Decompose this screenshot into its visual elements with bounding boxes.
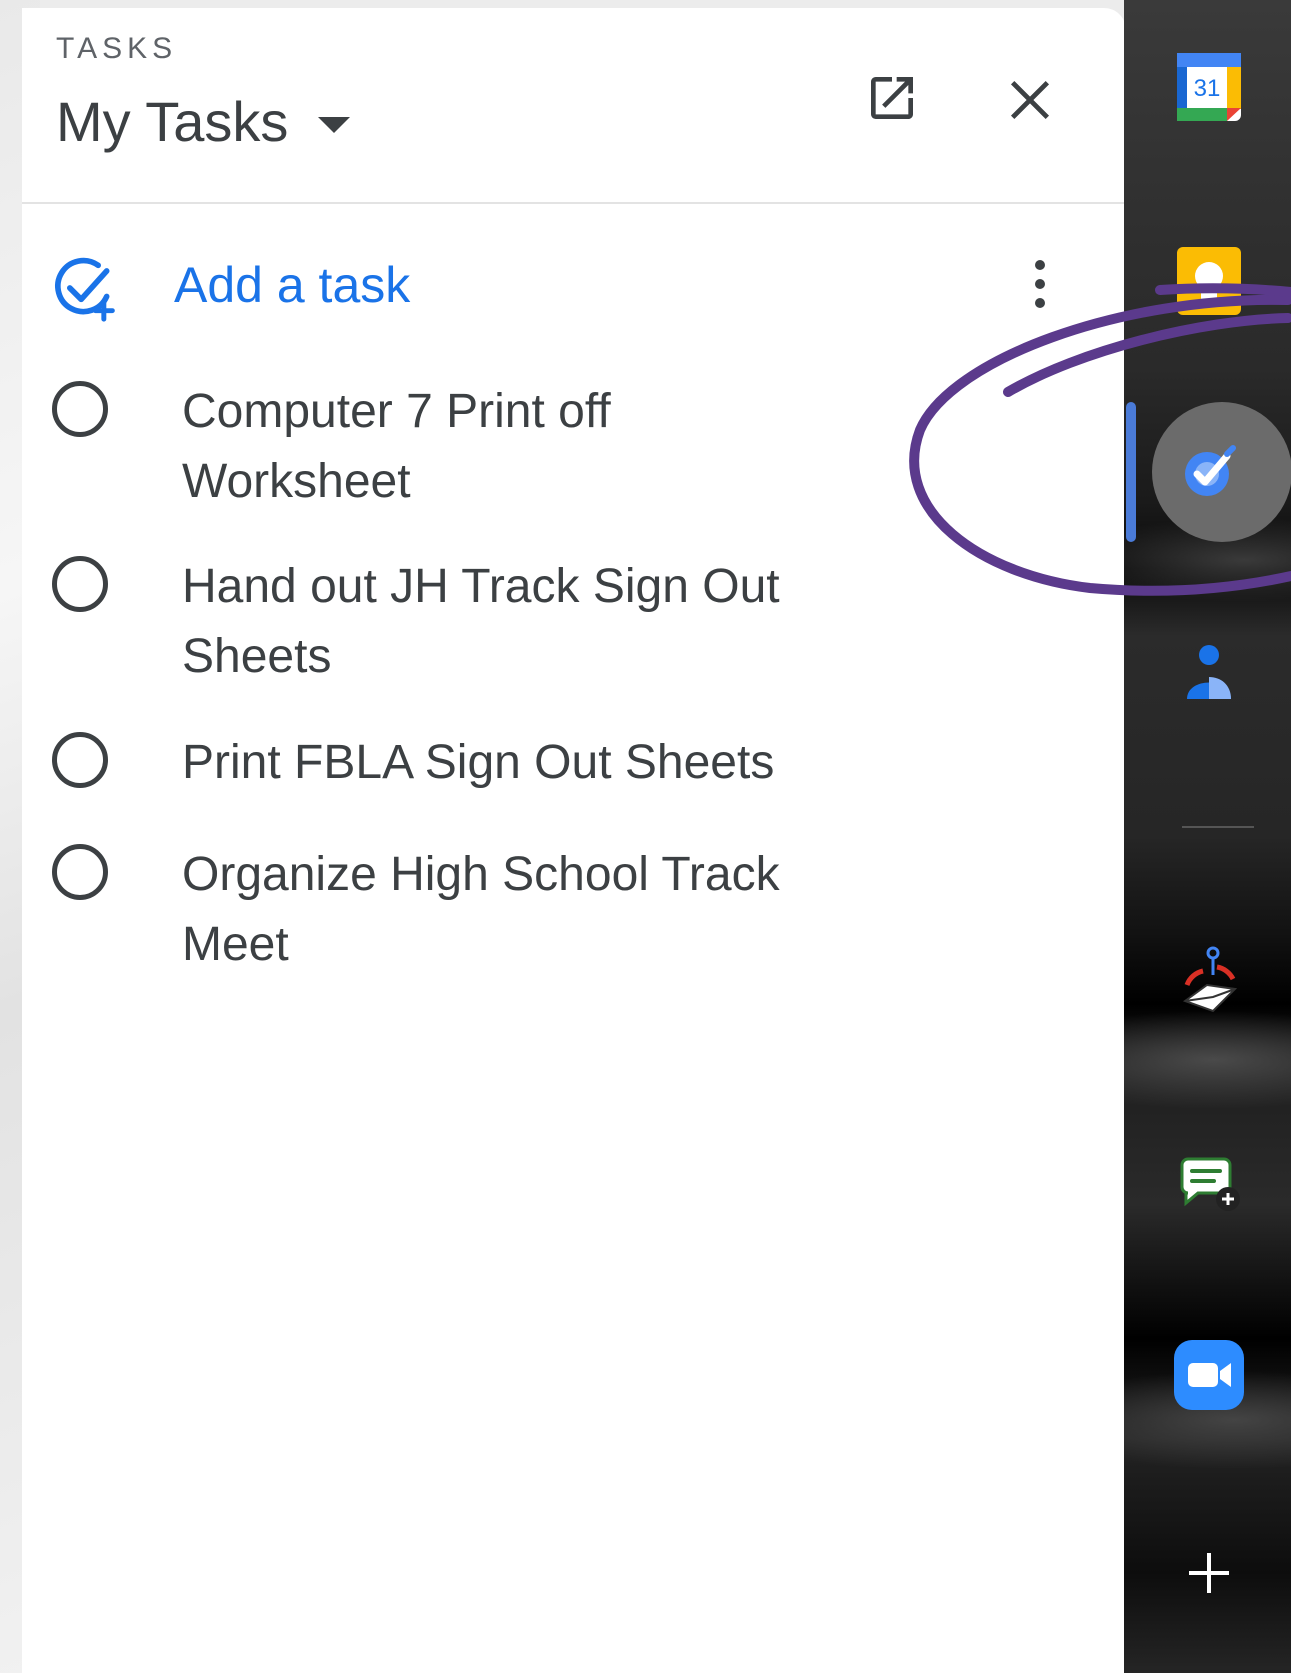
list-selector[interactable]: My Tasks xyxy=(56,88,351,155)
task-title[interactable]: Computer 7 Print off Worksheet xyxy=(182,377,822,517)
active-indicator xyxy=(1126,402,1136,542)
panel-eyebrow: TASKS xyxy=(56,32,178,65)
task-title[interactable]: Print FBLA Sign Out Sheets xyxy=(182,728,822,798)
zoom-app-button[interactable] xyxy=(1164,1330,1254,1420)
add-task-button[interactable]: Add a task xyxy=(174,256,410,314)
add-task-row: Add a task xyxy=(22,240,1126,332)
tasks-icon xyxy=(1185,445,1236,496)
task-item[interactable]: Print FBLA Sign Out Sheets xyxy=(22,728,1022,798)
keep-icon xyxy=(1177,247,1241,315)
email-addon-button[interactable] xyxy=(1164,940,1254,1030)
get-addons-button[interactable] xyxy=(1164,1528,1254,1618)
task-item[interactable]: Hand out JH Track Sign Out Sheets xyxy=(22,552,1022,692)
dropdown-arrow-icon xyxy=(318,116,351,133)
chat-add-icon xyxy=(1180,1157,1240,1211)
task-item[interactable]: Organize High School Track Meet xyxy=(22,840,1022,980)
close-button[interactable] xyxy=(994,64,1066,136)
tasks-panel: TASKS My Tasks Add a task Computer 7 Pri… xyxy=(22,8,1126,1673)
zoom-video-icon xyxy=(1174,1340,1244,1410)
task-complete-checkbox[interactable] xyxy=(52,381,108,437)
calendar-app-button[interactable]: 31 xyxy=(1164,42,1254,132)
task-title[interactable]: Organize High School Track Meet xyxy=(182,840,822,980)
side-app-rail: 31 xyxy=(1124,0,1291,1673)
contacts-icon xyxy=(1187,645,1231,699)
plus-icon xyxy=(1189,1553,1229,1593)
more-options-button[interactable] xyxy=(1020,254,1060,314)
panel-header: TASKS My Tasks xyxy=(22,8,1126,204)
open-in-new-tab-button[interactable] xyxy=(856,62,928,134)
list-title: My Tasks xyxy=(56,90,289,153)
more-vert-icon xyxy=(1035,260,1045,270)
tasks-app-button[interactable] xyxy=(1164,427,1254,517)
task-complete-checkbox[interactable] xyxy=(52,732,108,788)
email-tracker-icon xyxy=(1182,946,1238,1013)
add-task-icon[interactable] xyxy=(50,254,118,322)
close-icon xyxy=(1010,80,1050,120)
task-complete-checkbox[interactable] xyxy=(52,844,108,900)
task-complete-checkbox[interactable] xyxy=(52,556,108,612)
calendar-day-label: 31 xyxy=(1194,75,1221,102)
task-title[interactable]: Hand out JH Track Sign Out Sheets xyxy=(182,552,822,692)
contacts-app-button[interactable] xyxy=(1164,626,1254,716)
task-item[interactable]: Computer 7 Print off Worksheet xyxy=(22,377,1022,517)
rail-divider xyxy=(1182,826,1254,828)
chat-addon-button[interactable] xyxy=(1164,1140,1254,1230)
open-in-new-icon xyxy=(871,77,913,119)
keep-app-button[interactable] xyxy=(1164,236,1254,326)
calendar-icon: 31 xyxy=(1177,53,1241,121)
